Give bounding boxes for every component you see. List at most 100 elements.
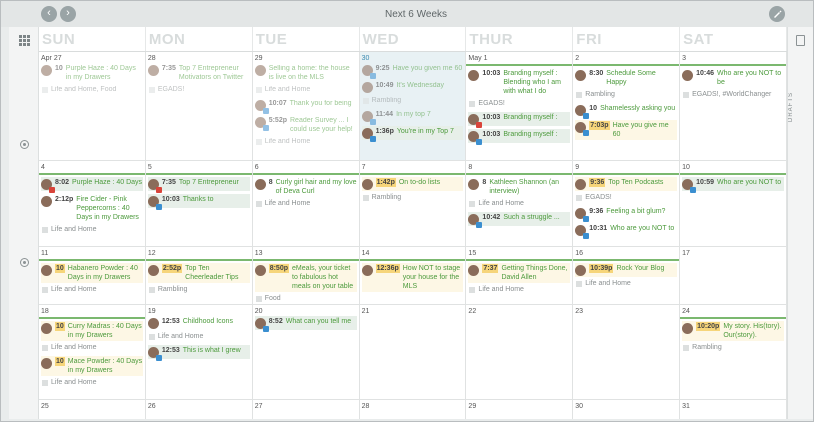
- day-cell[interactable]: 15 7:37 Getting Things Done, David Allen Li…: [466, 247, 574, 305]
- day-cell[interactable]: 21: [359, 305, 467, 400]
- scheduled-post[interactable]: 7:35 Top 7 Entrepreneur Motivators on Twi…: [147, 63, 250, 83]
- scheduled-post[interactable]: 12:36p How NOT to stage your house for th…: [361, 263, 464, 292]
- day-cell[interactable]: 14 12:36p How NOT to stage your house for …: [359, 247, 467, 305]
- day-status-bar: [359, 259, 466, 261]
- scheduled-post[interactable]: 10 Mace Powder : 40 Days in my Drawers: [41, 356, 143, 376]
- date-label: 20: [254, 308, 263, 315]
- scheduled-post[interactable]: 5:52p Reader Survey ... I could use your …: [254, 115, 357, 135]
- scheduled-post[interactable]: 10:42 Such a struggle ...: [468, 212, 571, 228]
- day-cell[interactable]: 18 10 Curry Madras : 40 Days in my Drawers…: [39, 305, 146, 400]
- day-cell[interactable]: 29: [466, 400, 574, 419]
- avatar: [147, 318, 159, 329]
- post-title: Purple Haze : 40 Days: [72, 179, 143, 186]
- day-cell[interactable]: 26: [146, 400, 253, 419]
- day-cell[interactable]: 17: [680, 247, 787, 305]
- scheduled-post[interactable]: 8 Curly girl hair and my love of Deva Cur…: [254, 177, 357, 197]
- category-label: Rambling: [683, 344, 784, 352]
- scheduled-post[interactable]: 10:20p My story. His(tory). Our(story).: [682, 321, 784, 341]
- day-cell[interactable]: 7 1:42p On to-do lists Rambling: [359, 161, 467, 247]
- week-marker-icon[interactable]: [20, 258, 29, 267]
- scheduled-post[interactable]: 10 Shamelessly asking you: [575, 103, 677, 119]
- scheduled-post[interactable]: 10:49 It's Wednesday: [361, 80, 464, 94]
- day-cell[interactable]: 24 10:20p My story. His(tory). Our(story).…: [680, 305, 787, 400]
- chevron-left-icon[interactable]: ‹: [41, 6, 57, 22]
- week-marker-icon[interactable]: [20, 140, 29, 149]
- scheduled-post[interactable]: 10:59 Who are you NOT to: [682, 177, 784, 193]
- scheduled-post[interactable]: 8:30 Schedule Some Happy: [575, 68, 677, 88]
- day-cell[interactable]: 6 8 Curly girl hair and my love of Deva Cu…: [252, 161, 360, 247]
- scheduled-post[interactable]: 10:31 Who are you NOT to: [575, 223, 677, 239]
- day-cell[interactable]: 23: [573, 305, 681, 400]
- scheduled-post[interactable]: 12:53 Childhood Icons: [147, 316, 250, 330]
- drafts-tab[interactable]: DRAFTS: [788, 87, 814, 127]
- day-cell[interactable]: May 1 10:03 Branding myself : Blending who…: [466, 52, 574, 161]
- scheduled-post[interactable]: 2:12p Fire Cider - Pink Peppercorns : 40 …: [41, 194, 143, 223]
- scheduled-post[interactable]: 9:36 Top Ten Podcasts: [575, 177, 678, 191]
- facebook-icon: [155, 187, 162, 193]
- day-cell[interactable]: 12 2:52p Top Ten Cheerleader Tips Rambling: [145, 247, 253, 305]
- day-status-bar: [466, 259, 573, 261]
- scheduled-post[interactable]: 10:07 Thank you for being: [254, 98, 357, 114]
- day-cell[interactable]: Apr 27 10 Purple Haze : 40 Days in my Draw…: [39, 52, 146, 161]
- day-cell[interactable]: 11 10 Habanero Powder : 40 Days in my Draw…: [39, 247, 146, 305]
- day-cell[interactable]: 4 8:02 Purple Haze : 40 Days 2:12p Fire Cide…: [39, 161, 146, 247]
- day-status-bar: [252, 173, 359, 175]
- scheduled-post[interactable]: 10 Purple Haze : 40 Days in my Drawers: [41, 63, 143, 83]
- avatar: [147, 179, 162, 193]
- scheduled-post[interactable]: 9:25 Have you given me 60: [361, 63, 464, 79]
- day-cell[interactable]: 5 7:35 Top 7 Entrepreneur 10:03 Thanks to: [145, 161, 253, 247]
- grid-icon[interactable]: [19, 35, 30, 46]
- day-cell[interactable]: 30: [573, 400, 681, 419]
- pencil-icon[interactable]: [769, 6, 785, 22]
- scheduled-post[interactable]: 10 Habanero Powder : 40 Days in my Drawer…: [41, 263, 143, 283]
- scheduled-post[interactable]: 7:35 Top 7 Entrepreneur: [147, 177, 250, 193]
- day-cell[interactable]: 16 10:39p Rock Your Blog Life and Home: [573, 247, 681, 305]
- avatar: [254, 265, 266, 276]
- day-cell[interactable]: 28 7:35 Top 7 Entrepreneur Motivators on T…: [145, 52, 253, 161]
- scheduled-post[interactable]: 8:50p eMeals, your ticket to fabulous hot…: [254, 263, 357, 292]
- scheduled-post[interactable]: 10 Curry Madras : 40 Days in my Drawers: [41, 321, 143, 341]
- scheduled-post[interactable]: 9:36 Feeling a bit glum?: [575, 206, 677, 222]
- day-cell[interactable]: 29 Selling a home: the house is live on t…: [252, 52, 360, 161]
- scheduled-post[interactable]: 1:42p On to-do lists: [361, 177, 464, 191]
- scheduled-post[interactable]: 12:53 This is what I grew: [147, 345, 250, 361]
- day-cell[interactable]: 25: [39, 400, 146, 419]
- scheduled-post[interactable]: 2:52p Top Ten Cheerleader Tips: [147, 263, 250, 283]
- post-title: Top Ten Podcasts: [608, 179, 664, 186]
- twitter-icon: [583, 233, 590, 239]
- scheduled-post[interactable]: 8:52 What can you tell me: [254, 316, 357, 332]
- post-time: 12:53: [161, 347, 180, 354]
- day-cell[interactable]: 28: [360, 400, 467, 419]
- day-cell[interactable]: 20 8:52 What can you tell me: [252, 305, 360, 400]
- post-title: Top Ten Cheerleader Tips: [185, 265, 239, 281]
- scheduled-post[interactable]: 10:03 Thanks to: [147, 194, 250, 210]
- post-time: 9:36: [589, 208, 604, 215]
- scheduled-post[interactable]: 10:03 Branding myself : Blending who I am…: [468, 68, 570, 97]
- scheduled-post[interactable]: 10:46 Who are you NOT to be: [682, 68, 784, 88]
- day-status-bar: [359, 173, 466, 175]
- scheduled-post[interactable]: 7:37 Getting Things Done, David Allen: [468, 263, 571, 283]
- scheduled-post[interactable]: 7:03p Have you give me 60: [575, 120, 678, 140]
- chevron-right-icon[interactable]: ›: [60, 6, 76, 22]
- day-cell[interactable]: 8 8 Kathleen Shannon (an interview) Life an…: [466, 161, 574, 247]
- scheduled-post[interactable]: 10:03 Branding myself :: [468, 129, 571, 145]
- day-cell[interactable]: 10 10:59 Who are you NOT to: [680, 161, 787, 247]
- day-cell[interactable]: 3 10:46 Who are you NOT to be EGADS!, #Worl…: [680, 52, 787, 161]
- day-cell[interactable]: 19 12:53 Childhood Icons Life and Home 12:53…: [145, 305, 253, 400]
- day-cell[interactable]: 2 8:30 Schedule Some Happy Rambling 10 Shamel…: [573, 52, 681, 161]
- scheduled-post[interactable]: 8 Kathleen Shannon (an interview): [468, 177, 570, 197]
- day-cell[interactable]: 13 8:50p eMeals, your ticket to fabulous h…: [252, 247, 360, 305]
- scheduled-post[interactable]: Selling a home: the house is live on the…: [254, 63, 357, 83]
- scheduled-post[interactable]: 11:44 In my top 7: [361, 109, 464, 125]
- scheduled-post[interactable]: 1:36p You're in my Top 7: [361, 126, 464, 142]
- scheduled-post[interactable]: 10:39p Rock Your Blog: [575, 263, 678, 277]
- day-cell[interactable]: 31: [680, 400, 787, 419]
- scheduled-post[interactable]: 10:03 Branding myself :: [468, 112, 571, 128]
- day-cell[interactable]: 9 9:36 Top Ten Podcasts EGADS! 9:36 Feeling a…: [573, 161, 681, 247]
- scheduled-post[interactable]: 8:02 Purple Haze : 40 Days: [41, 177, 143, 193]
- day-cell[interactable]: 30 9:25 Have you given me 60 10:49 It's Wedn…: [359, 52, 467, 161]
- day-cell[interactable]: 22: [466, 305, 574, 400]
- trash-icon[interactable]: [796, 35, 805, 46]
- twitter-icon: [476, 139, 483, 145]
- day-cell[interactable]: 27: [253, 400, 360, 419]
